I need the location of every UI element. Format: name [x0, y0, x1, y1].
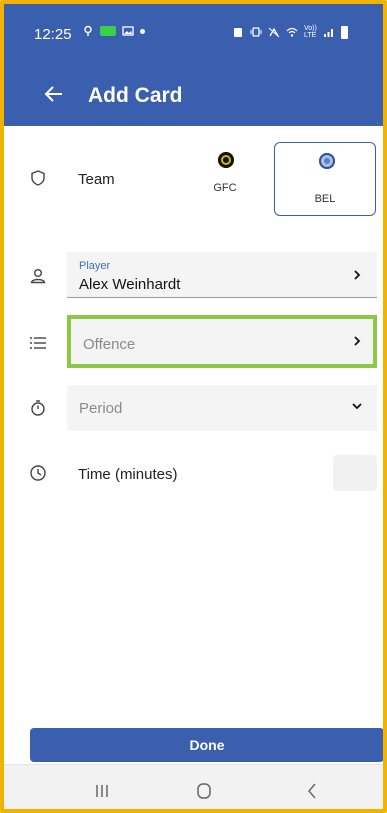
vibrate-icon	[250, 27, 262, 37]
no-signal-icon	[268, 27, 280, 38]
team-abbr: GFC	[213, 182, 237, 194]
status-bar: 12:25 Vo)) LTE	[4, 4, 383, 62]
team-label: Team	[78, 171, 115, 188]
offence-placeholder: Offence	[83, 336, 136, 353]
clock-icon	[30, 465, 46, 481]
shield-icon	[31, 170, 45, 186]
status-time: 12:25	[34, 26, 72, 43]
phone-frame: 12:25 Vo)) LTE Add Card Team GFC BEL Pla…	[0, 0, 387, 813]
system-nav-bar	[4, 764, 383, 809]
team-option-gfc[interactable]: GFC	[174, 142, 276, 216]
list-icon	[30, 337, 46, 349]
chevron-down-icon	[352, 403, 362, 410]
arrow-left-icon[interactable]	[42, 82, 66, 106]
period-placeholder: Period	[79, 400, 123, 417]
offence-field[interactable]: Offence	[67, 315, 377, 368]
chevron-right-icon	[354, 270, 361, 280]
team-abbr: BEL	[314, 193, 336, 205]
time-minutes-input[interactable]	[333, 455, 377, 491]
back-nav-icon[interactable]	[300, 779, 324, 803]
image-icon	[122, 26, 134, 36]
home-icon[interactable]	[192, 779, 216, 803]
stopwatch-icon	[31, 400, 45, 416]
chevron-right-icon	[354, 336, 361, 346]
player-field-value: Alex Weinhardt	[79, 276, 181, 293]
battery-icon	[340, 25, 348, 39]
player-field-label: Player	[79, 260, 111, 272]
player-field[interactable]: Player Alex Weinhardt	[67, 252, 377, 298]
wifi-icon	[286, 27, 298, 37]
page-title: Add Card	[88, 84, 183, 107]
alarm-icon	[234, 28, 242, 37]
app-notification-icon	[100, 26, 116, 36]
time-label: Time (minutes)	[78, 466, 178, 483]
bel-logo-icon	[319, 153, 335, 169]
period-select[interactable]: Period	[67, 385, 377, 431]
person-icon	[30, 269, 46, 284]
signal-bars-icon	[323, 29, 333, 37]
more-notifications-icon	[140, 28, 145, 34]
team-option-bel[interactable]: BEL	[274, 142, 376, 216]
location-icon	[84, 25, 92, 36]
gfc-logo-icon	[218, 152, 234, 168]
volte-label: Vo)) LTE	[304, 25, 317, 39]
done-button[interactable]: Done	[30, 728, 383, 762]
recent-apps-icon[interactable]	[90, 779, 114, 803]
app-bar: Add Card	[4, 62, 383, 126]
